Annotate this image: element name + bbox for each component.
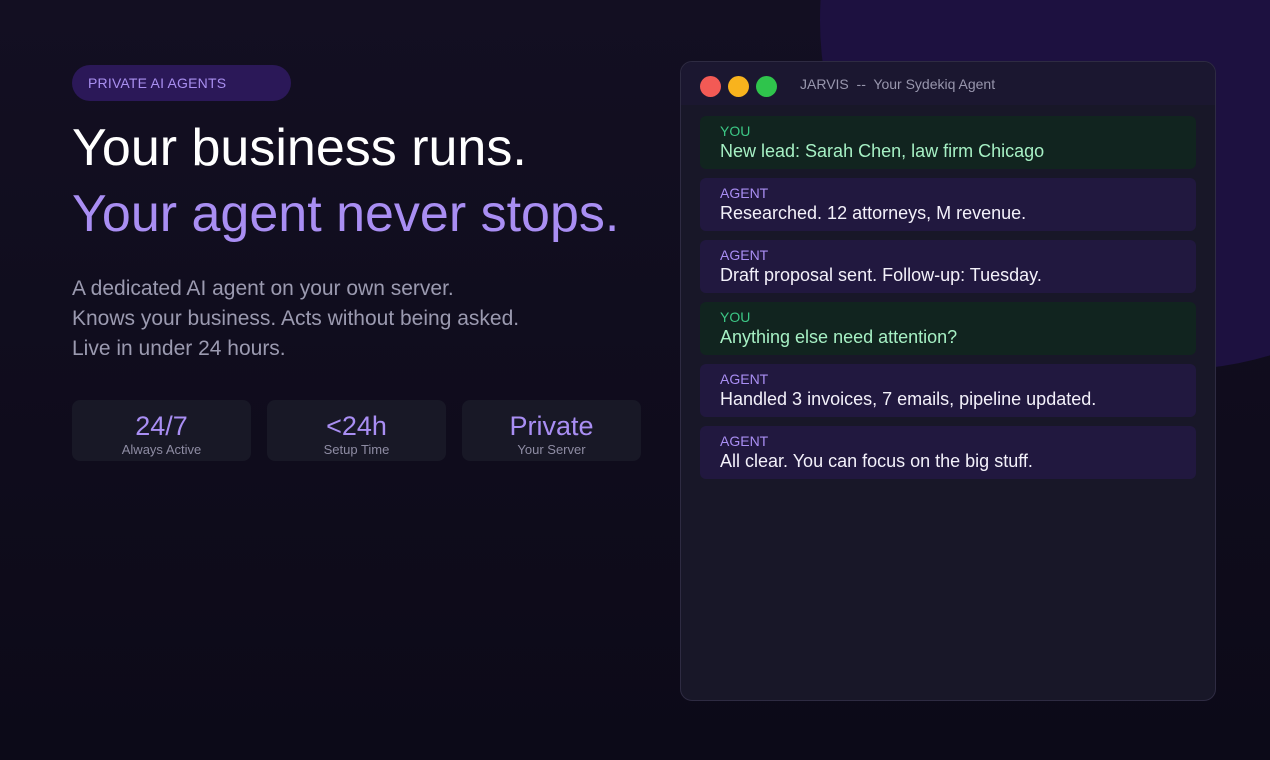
chat-message-agent: AGENT Researched. 12 attorneys, M revenu… [700, 178, 1196, 231]
chat-message-agent: AGENT Draft proposal sent. Follow-up: Tu… [700, 240, 1196, 293]
message-sender: YOU [720, 123, 751, 139]
message-text: New lead: Sarah Chen, law firm Chicago [720, 141, 1045, 161]
chat-message-agent: AGENT All clear. You can focus on the bi… [700, 426, 1196, 479]
stat-card-setup-time: <24h Setup Time [267, 400, 446, 461]
headline-accent: Your agent never stops. [72, 185, 620, 243]
stat-card-privacy: Private Your Server [462, 400, 641, 461]
message-text: Anything else need attention? [720, 327, 958, 347]
landing-page: PRIVATE AI AGENTS Your business runs. Yo… [0, 0, 1270, 760]
message-text: All clear. You can focus on the big stuf… [720, 451, 1033, 471]
category-badge: PRIVATE AI AGENTS [72, 65, 291, 101]
message-sender: AGENT [720, 185, 769, 201]
chat-message-user: YOU New lead: Sarah Chen, law firm Chica… [700, 116, 1196, 169]
message-sender: AGENT [720, 433, 769, 449]
headline-primary: Your business runs. [72, 119, 527, 177]
stat-value: 24/7 [135, 411, 188, 441]
stat-card-availability: 24/7 Always Active [72, 400, 251, 461]
description-line: Knows your business. Acts without being … [72, 307, 520, 330]
maximize-window-button[interactable] [756, 76, 777, 97]
description-line: Live in under 24 hours. [72, 337, 286, 360]
description-line: A dedicated AI agent on your own server. [72, 277, 454, 300]
minimize-window-button[interactable] [728, 76, 749, 97]
window-title: JARVIS -- Your Sydekiq Agent [800, 76, 996, 92]
message-sender: AGENT [720, 247, 769, 263]
window-titlebar: JARVIS -- Your Sydekiq Agent [681, 62, 1215, 105]
chat-window: JARVIS -- Your Sydekiq Agent YOU New lea… [680, 61, 1216, 701]
stat-label: Setup Time [323, 442, 390, 457]
chat-message-agent: AGENT Handled 3 invoices, 7 emails, pipe… [700, 364, 1196, 417]
message-text: Draft proposal sent. Follow-up: Tuesday. [720, 265, 1042, 285]
hero-description: A dedicated AI agent on your own server.… [72, 274, 519, 364]
stat-value: Private [509, 411, 594, 441]
message-text: Researched. 12 attorneys, M revenue. [720, 203, 1027, 223]
close-window-button[interactable] [700, 76, 721, 97]
stat-value: <24h [326, 411, 387, 441]
message-sender: YOU [720, 309, 751, 325]
message-text: Handled 3 invoices, 7 emails, pipeline u… [720, 389, 1097, 409]
chat-message-user: YOU Anything else need attention? [700, 302, 1196, 355]
stat-label: Your Server [517, 442, 586, 457]
message-sender: AGENT [720, 371, 769, 387]
stat-label: Always Active [121, 442, 202, 457]
